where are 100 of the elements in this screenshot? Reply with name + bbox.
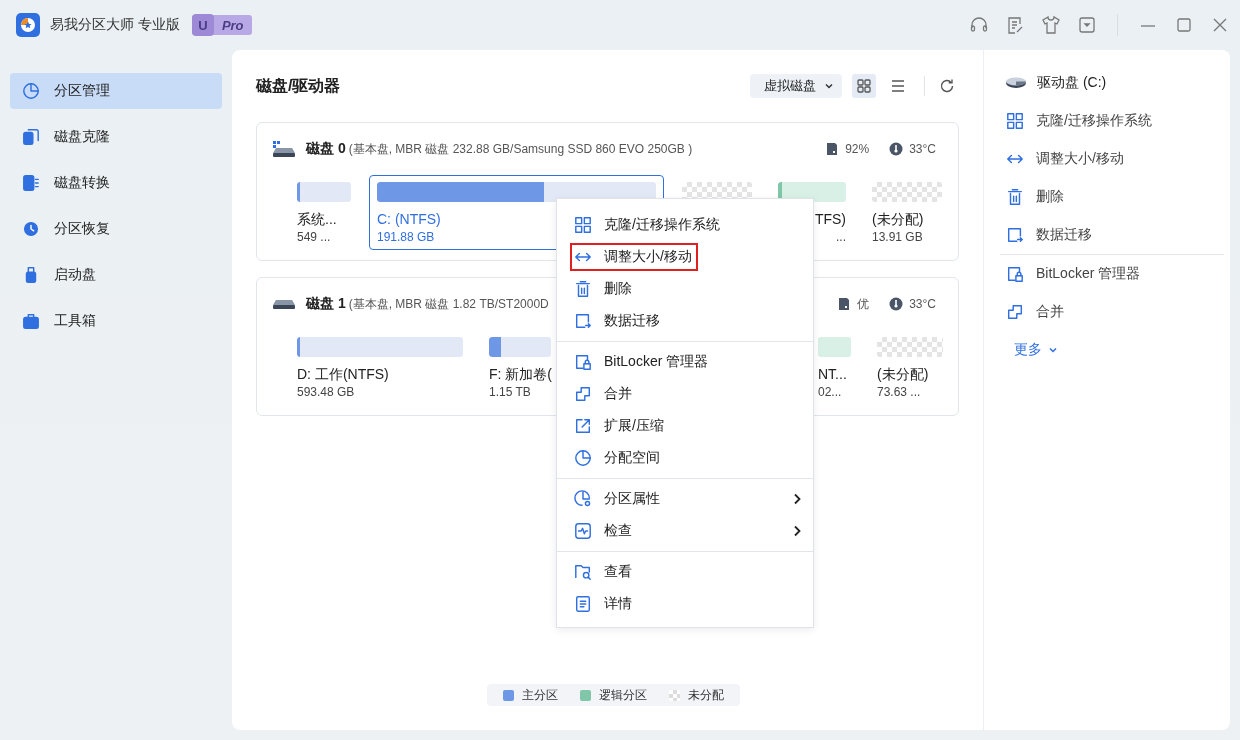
disk-health-icon	[837, 297, 852, 311]
menu-item[interactable]: 扩展/压缩	[557, 410, 813, 442]
action-item[interactable]: 数据迁移	[984, 216, 1230, 254]
disk-health: 优	[857, 295, 870, 313]
sidebar-item-icon	[22, 82, 40, 100]
dropdown-icon[interactable]	[1077, 15, 1097, 35]
partition-size: 02...	[818, 384, 842, 401]
action-item[interactable]: BitLocker 管理器	[984, 255, 1230, 293]
more-link[interactable]: 更多	[984, 331, 1058, 369]
partition-size: 73.63 ...	[877, 384, 921, 401]
menu-item-icon	[574, 216, 592, 234]
thermometer-icon	[889, 142, 904, 156]
partition-tile[interactable]: (未分配) 13.91 GB	[864, 175, 950, 250]
sidebar-item-icon	[22, 128, 40, 146]
caret-icon	[824, 83, 834, 89]
menu-item-icon	[574, 417, 592, 435]
sidebar-item[interactable]: 分区管理	[10, 73, 222, 109]
note-icon[interactable]	[1005, 15, 1025, 35]
menu-item[interactable]: BitLocker 管理器	[557, 346, 813, 378]
menu-item-icon	[574, 312, 592, 330]
legend-label: 逻辑分区	[599, 686, 647, 704]
partition-label: (未分配)	[877, 365, 929, 383]
partition-label: (未分配)	[872, 210, 924, 228]
sidebar-item-icon	[22, 312, 40, 330]
action-icon	[1006, 112, 1024, 130]
menu-item[interactable]: 检查	[557, 515, 813, 547]
maximize-icon[interactable]	[1174, 15, 1194, 35]
partition-size: 191.88 GB	[377, 229, 435, 246]
sidebar-item[interactable]: 分区恢复	[10, 211, 222, 247]
menu-item-icon	[574, 385, 592, 403]
menu-item-icon	[574, 522, 592, 540]
app-title: 易我分区大师 专业版	[50, 16, 180, 34]
disk-name: 磁盘 1	[306, 295, 346, 313]
drive-icon	[1005, 76, 1027, 90]
grid-icon	[856, 78, 872, 94]
sidebar-item[interactable]: 磁盘克隆	[10, 119, 222, 155]
disk-details: (基本盘, MBR 磁盘 1.82 TB/ST2000D	[348, 295, 549, 313]
refresh-icon[interactable]	[939, 78, 955, 94]
partition-size: ...	[836, 229, 846, 246]
partition-label: 系统...	[297, 210, 337, 228]
disk-health: 92%	[845, 142, 870, 156]
pro-badge: U Pro	[191, 15, 252, 35]
partition-tile[interactable]: D: 工作(NTFS) 593.48 GB	[289, 330, 471, 405]
app-logo-icon	[16, 13, 40, 37]
action-item[interactable]: 调整大小/移动	[984, 140, 1230, 178]
partition-label: NT...	[818, 365, 847, 383]
disk-name: 磁盘 0	[306, 140, 346, 158]
caret-icon	[1048, 347, 1058, 353]
virtual-disk-dropdown[interactable]: 虚拟磁盘	[750, 74, 842, 98]
partition-tile[interactable]: NT... 02...	[810, 330, 859, 405]
disk-health-icon	[825, 142, 840, 156]
sidebar-item[interactable]: 磁盘转换	[10, 165, 222, 201]
action-item[interactable]: 克隆/迁移操作系统	[984, 102, 1230, 140]
thermometer-icon	[889, 297, 904, 311]
partition-label: C: (NTFS)	[377, 210, 441, 228]
legend-label: 主分区	[522, 686, 558, 704]
menu-item[interactable]: 数据迁移	[557, 305, 813, 337]
drive-title: 驱动盘 (C:)	[1037, 74, 1107, 92]
disk-icon	[272, 299, 296, 309]
disk-temperature: 33°C	[909, 142, 936, 156]
menu-item[interactable]: 删除	[557, 273, 813, 305]
menu-item[interactable]: 分配空间	[557, 442, 813, 474]
submenu-chevron-icon	[793, 525, 801, 537]
sidebar-item-icon	[22, 220, 40, 238]
action-icon	[1006, 265, 1024, 283]
menu-item-icon	[574, 449, 592, 467]
disk-details: (基本盘, MBR 磁盘 232.88 GB/Samsung SSD 860 EVO 250GB )	[348, 140, 693, 158]
partition-label: D: 工作(NTFS)	[297, 365, 389, 383]
partition-tile[interactable]: (未分配) 73.63 ...	[869, 330, 951, 405]
action-item[interactable]: 删除	[984, 178, 1230, 216]
list-icon	[890, 78, 906, 94]
sidebar-item[interactable]: 工具箱	[10, 303, 222, 339]
partition-label: TFS)	[814, 210, 846, 228]
menu-item[interactable]: 详情	[557, 588, 813, 620]
disk-temperature: 33°C	[909, 297, 936, 311]
sidebar-item[interactable]: 启动盘	[10, 257, 222, 293]
shirt-icon[interactable]	[1041, 15, 1061, 35]
action-icon	[1006, 303, 1024, 321]
action-item[interactable]: 合并	[984, 293, 1230, 331]
partition-tile[interactable]: F: 新加卷( 1.15 TB	[481, 330, 559, 405]
menu-item-icon	[574, 353, 592, 371]
menu-item[interactable]: 分区属性	[557, 483, 813, 515]
grid-view-button[interactable]	[852, 74, 876, 98]
action-icon	[1006, 188, 1024, 206]
submenu-chevron-icon	[793, 493, 801, 505]
partition-size: 13.91 GB	[872, 229, 923, 246]
disk-icon	[272, 141, 296, 157]
headset-icon[interactable]	[969, 15, 989, 35]
legend-label: 未分配	[688, 686, 724, 704]
menu-item-icon	[574, 490, 592, 508]
sidebar-item-icon	[22, 174, 40, 192]
partition-size: 549 ...	[297, 229, 331, 246]
partition-size: 1.15 TB	[489, 384, 531, 401]
menu-item-icon	[574, 280, 592, 298]
partition-tile[interactable]: 系统... 549 ...	[289, 175, 359, 250]
action-icon	[1006, 226, 1024, 244]
menu-item[interactable]: 合并	[557, 378, 813, 410]
partition-label: F: 新加卷(	[489, 365, 552, 383]
menu-item[interactable]: 查看	[557, 556, 813, 588]
menu-item-icon	[574, 563, 592, 581]
